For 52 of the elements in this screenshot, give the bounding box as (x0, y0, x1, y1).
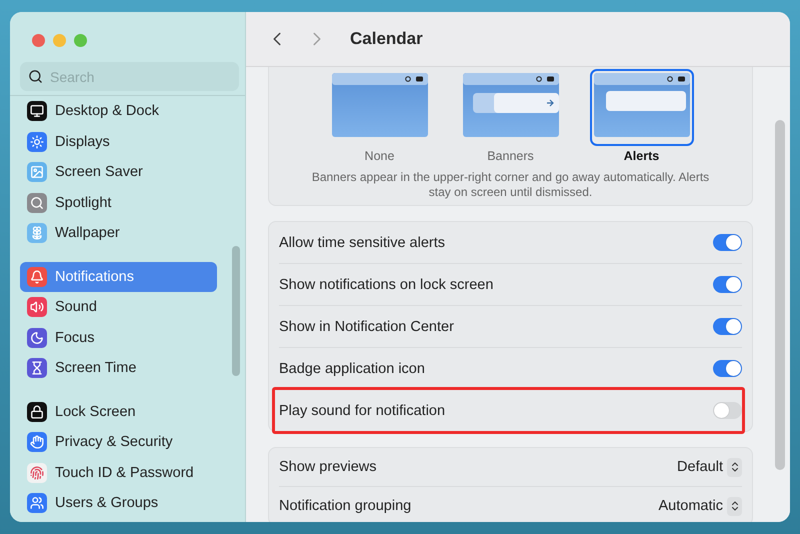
sidebar-item[interactable]: Screen Time (20, 353, 217, 384)
sun-icon (27, 132, 47, 152)
toggle-switch[interactable] (713, 360, 742, 377)
toggle-switch[interactable] (713, 318, 742, 335)
sidebar-item[interactable]: Displays (20, 126, 217, 157)
fingerprint-icon (27, 462, 47, 483)
sidebar-item[interactable]: Users & Groups (20, 488, 217, 518)
toggle-switch[interactable] (713, 402, 742, 419)
magnifier-icon (27, 192, 47, 213)
toggle-switch[interactable] (713, 234, 742, 251)
search-icon (28, 69, 43, 84)
setting-label: Show notifications on lock screen (279, 276, 494, 292)
sidebar-item[interactable]: Touch ID & Password (20, 458, 217, 488)
alert-style-label: Alerts (624, 149, 660, 164)
speaker-icon (27, 297, 47, 318)
flower-icon (27, 223, 47, 244)
sidebar-item[interactable]: Sound (20, 292, 217, 322)
popup-menu[interactable]: Automatic (658, 496, 742, 516)
hand-icon (27, 432, 47, 452)
alert-style-label: Banners (487, 149, 534, 164)
alert-description: Banners appear in the upper-right corner and go away automatically. Alerts stay on screen until dismissed. (310, 170, 710, 200)
sidebar-item[interactable]: Wallpaper (20, 218, 217, 248)
zoom-button[interactable] (74, 34, 87, 47)
monitor-icon (27, 101, 47, 122)
sidebar-item[interactable]: Privacy & Security (20, 427, 217, 458)
lock-icon (27, 402, 47, 422)
moon-icon (27, 328, 47, 348)
setting-label: Show previews (279, 459, 377, 475)
setting-label: Notification grouping (279, 498, 412, 514)
toggle-switch[interactable] (713, 276, 742, 293)
hourglass-icon (27, 358, 47, 378)
screen-icon (27, 162, 47, 182)
sidebar-item[interactable]: Spotlight (20, 188, 217, 218)
popup-menu[interactable]: Default (677, 458, 742, 476)
alert-style-option[interactable] (590, 69, 694, 146)
bell-icon (27, 266, 47, 287)
setting-label: Allow time sensitive alerts (279, 234, 445, 250)
alert-style-label: None (364, 149, 394, 164)
scrollbar[interactable] (232, 246, 240, 376)
sidebar-item[interactable]: Screen Saver (20, 157, 217, 188)
setting-label: Play sound for notification (279, 402, 446, 418)
window-title: Calendar (350, 29, 423, 49)
users-icon (27, 493, 47, 514)
setting-label: Show in Notification Center (279, 318, 454, 334)
scrollbar[interactable] (775, 120, 785, 470)
sidebar-item[interactable]: Focus (20, 322, 217, 353)
minimize-button[interactable] (53, 34, 66, 47)
close-button[interactable] (32, 34, 45, 47)
sidebar-item[interactable]: Desktop & Dock (20, 96, 217, 126)
setting-label: Badge application icon (279, 360, 425, 376)
sidebar-item[interactable]: Lock Screen (20, 396, 217, 427)
sidebar-item[interactable]: Notifications (20, 262, 217, 292)
